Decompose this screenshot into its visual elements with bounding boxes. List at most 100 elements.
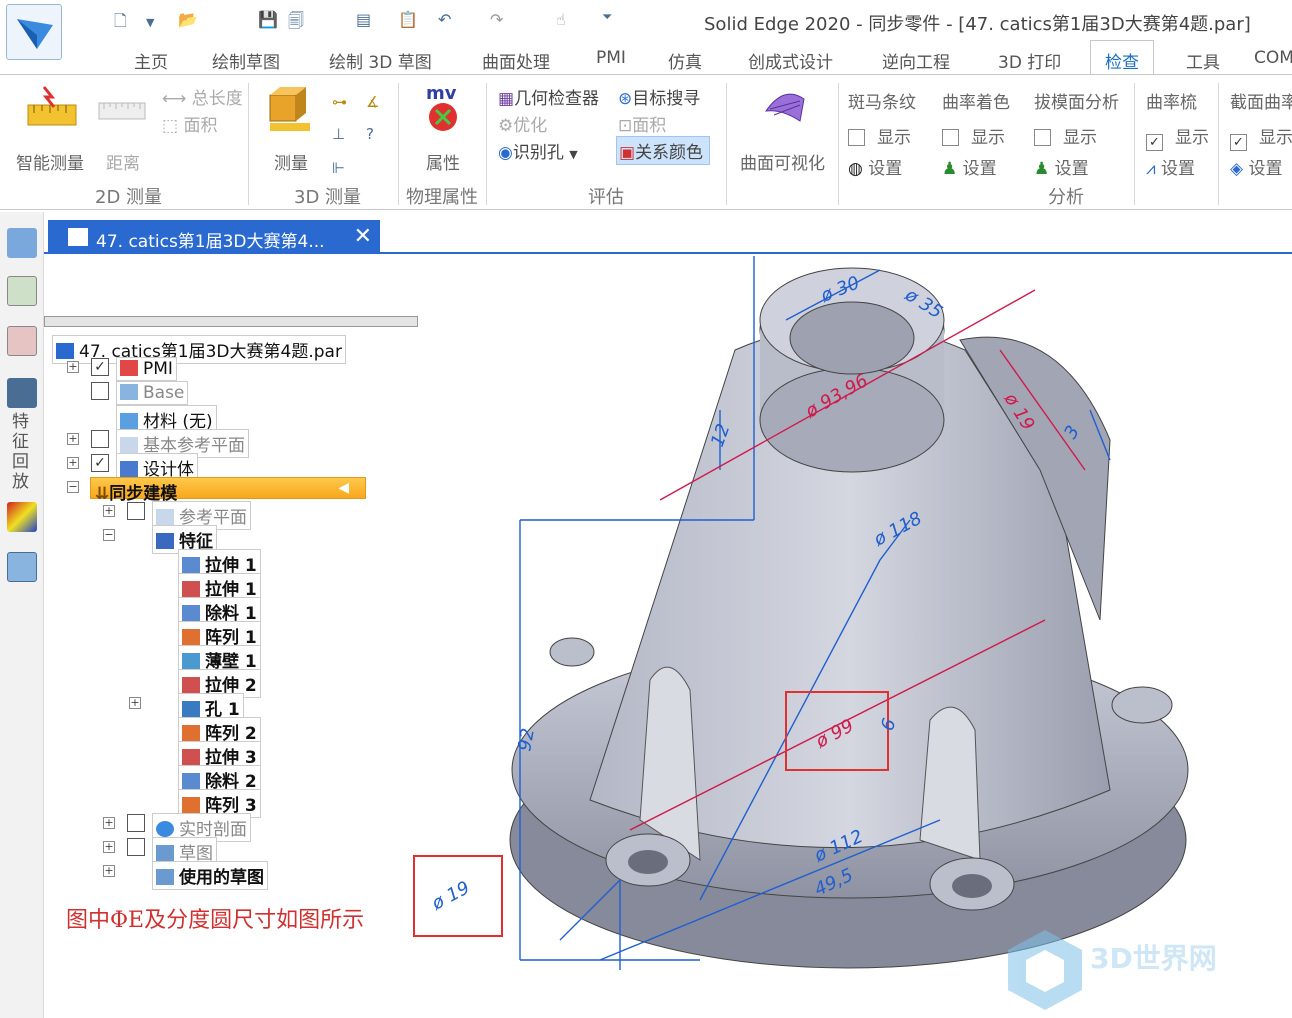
undo-icon[interactable]: ↶ [438,10,451,29]
geometry-inspector-button[interactable]: ▦几何检查器 [498,84,599,109]
area-button[interactable]: ⬚ 面积 [162,111,217,136]
checkbox[interactable] [1034,129,1051,146]
expand-toggle[interactable]: + [103,865,115,877]
checkbox[interactable] [91,382,109,400]
draft-settings-button[interactable]: ♟ 设置 [1034,154,1089,179]
comb-show-label: 显示 [1175,128,1209,148]
distance-button[interactable]: 距离 [106,149,140,174]
surface-visualization-button[interactable]: 曲面可视化 [740,149,825,174]
section-settings-button[interactable]: ◈ 设置 [1230,154,1282,179]
top-bore [789,301,915,375]
checkbox[interactable] [848,129,865,146]
smart-measure-button[interactable]: 智能测量 [16,149,84,174]
checkbox-checked[interactable]: ✓ [91,454,109,472]
section-show-toggle[interactable]: ✓ 显示 [1230,123,1292,151]
clipboard-icon[interactable]: 📋 [398,10,418,29]
assembly-icon[interactable] [7,552,37,582]
feature-playback-icon[interactable] [7,378,37,408]
expand-toggle[interactable]: + [103,841,115,853]
pathfinder-icon[interactable] [7,228,37,258]
collapse-toggle[interactable]: − [103,529,115,541]
divider [838,83,839,205]
tab-reverse[interactable]: 逆向工程 [882,48,950,73]
checkbox[interactable] [942,129,959,146]
tree-sync-modeling[interactable]: ⇊同步建模 ◀ [90,477,366,504]
document-tab[interactable]: 47. catics第1届3D大赛第4... ✕ [48,220,380,254]
checkbox-checked[interactable]: ✓ [1230,134,1247,151]
curvature-settings-label: 设置 [962,159,997,179]
surface-visualization-icon [764,93,805,122]
redo-icon[interactable]: ↷ [490,10,503,29]
new-file-icon[interactable]: 🗋 [114,10,127,37]
pointer-icon[interactable]: ☝ [556,10,566,29]
hole-icon [182,701,200,717]
tree-base[interactable]: Base [116,381,189,405]
ribbon-tabs: 主页 绘制草图 绘制 3D 草图 曲面处理 PMI 仿真 创成式设计 逆向工程 … [0,40,1292,75]
layers-icon[interactable] [7,276,37,306]
comb-show-toggle[interactable]: ✓ 显示 [1146,123,1209,151]
curvature-show-toggle[interactable]: 显示 [942,123,1005,148]
save-all-icon[interactable]: 🗐 [288,10,304,37]
properties-button[interactable]: 属性 [426,149,460,174]
tree-used-sketches[interactable]: 使用的草图 [152,861,268,890]
optimize-button[interactable]: ⚙优化 [498,111,547,136]
tree-pmi[interactable]: PMI [116,357,177,381]
customize-qat-icon[interactable]: ⏷ [602,10,612,25]
measure-query-icon[interactable]: ? [366,125,374,143]
close-icon[interactable]: ✕ [354,224,372,249]
expand-toggle[interactable]: + [103,505,115,517]
measure-min-distance-icon[interactable]: ⊶ [332,93,347,111]
feature-playback-label[interactable]: 特征回放 [12,412,32,492]
checkbox[interactable] [127,838,145,856]
expand-toggle[interactable]: + [67,361,79,373]
tab-surfacing[interactable]: 曲面处理 [482,48,550,73]
checkbox-checked[interactable]: ✓ [91,358,109,376]
ref-plane-icon [156,509,174,525]
measure-normal-icon[interactable]: ⊥ [332,125,345,143]
tab-simulation[interactable]: 仿真 [668,48,702,73]
recognize-holes-button[interactable]: ◉识别孔 ▼ [498,138,578,163]
design-body-icon [120,461,138,477]
tab-coms[interactable]: COMS [1254,48,1292,68]
expand-toggle[interactable]: + [67,433,79,445]
tab-tools[interactable]: 工具 [1186,48,1220,73]
tab-inspect[interactable]: 检查 [1090,40,1154,75]
expand-toggle[interactable]: + [129,697,141,709]
open-file-icon[interactable]: 📂 [178,10,198,29]
checkbox[interactable] [127,814,145,832]
measure-button[interactable]: 测量 [274,149,308,174]
tab-pmi[interactable]: PMI [596,48,626,68]
tab-generative[interactable]: 创成式设计 [748,48,833,73]
pmi-icon [120,360,138,376]
expand-toggle[interactable]: + [67,457,79,469]
pathfinder-splitter[interactable] [44,316,418,327]
total-length-button[interactable]: ⟷ 总长度 [162,84,243,109]
tab-3d-sketch[interactable]: 绘制 3D 草图 [329,48,432,73]
sensors-icon[interactable] [7,326,37,356]
checkbox-checked[interactable]: ✓ [1146,134,1163,151]
tab-3d-print[interactable]: 3D 打印 [998,48,1061,73]
comb-settings-button[interactable]: ⩘ 设置 [1146,154,1195,179]
collapse-toggle[interactable]: − [67,481,79,493]
measure-chain-icon[interactable]: ⊩ [332,159,345,177]
color-map-icon[interactable] [7,502,37,532]
curvature-settings-button[interactable]: ♟ 设置 [942,154,997,179]
measure-angle-icon[interactable]: ∡ [366,93,379,111]
tab-home[interactable]: 主页 [134,48,168,73]
relationship-colors-button[interactable]: ▣关系颜色 [616,136,711,165]
area2-button[interactable]: ⊡面积 [618,111,666,136]
draft-show-toggle[interactable]: 显示 [1034,123,1097,148]
save-icon[interactable]: 💾 [258,10,278,29]
tab-sketch[interactable]: 绘制草图 [212,48,280,73]
checkbox[interactable] [91,430,109,448]
tree-base-label: Base [143,383,185,403]
zebra-settings-button[interactable]: ◍ 设置 [848,154,902,179]
zebra-show-toggle[interactable]: 显示 [848,123,911,148]
expand-toggle[interactable]: + [103,817,115,829]
chevron-down-icon[interactable]: ▼ [146,16,154,29]
target-search-button[interactable]: ⊛目标搜寻 [618,84,700,109]
group-3d-measure: 3D 测量 [294,187,362,208]
list-icon[interactable]: ▤ [356,10,371,29]
checkbox[interactable] [127,502,145,520]
extrude-icon [182,557,200,573]
